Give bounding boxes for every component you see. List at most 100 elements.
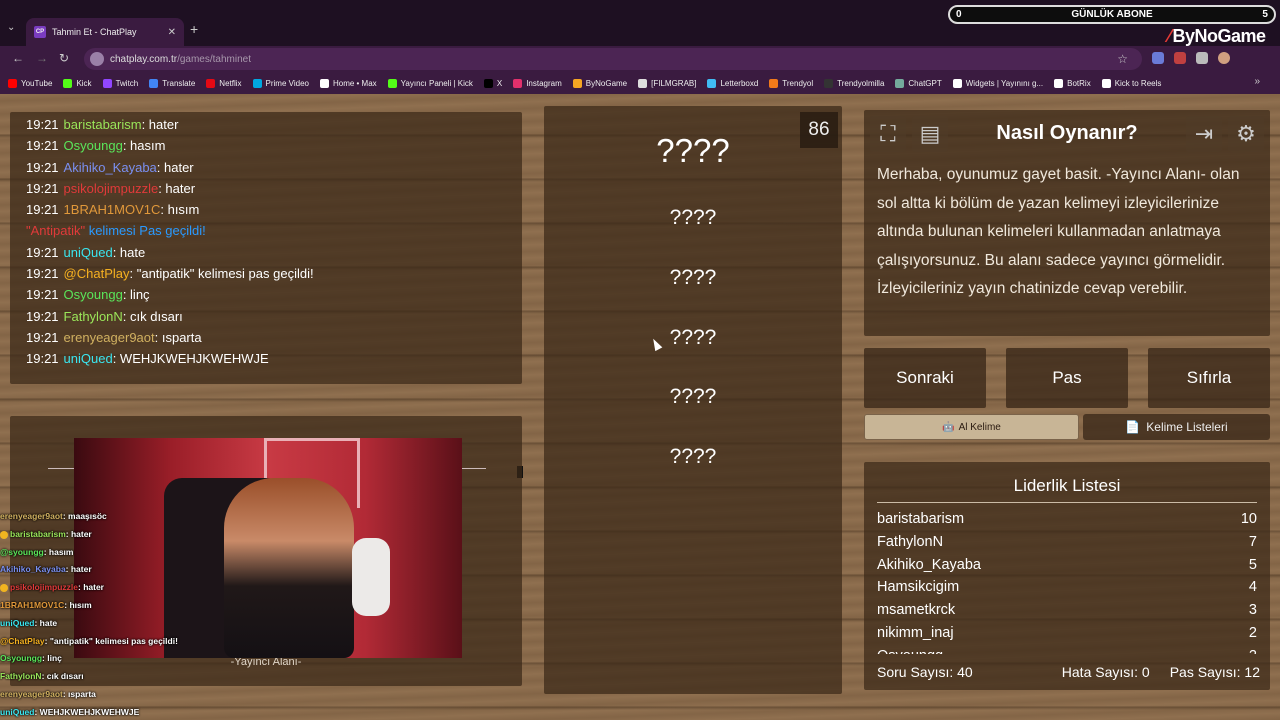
bookmark-item[interactable]: Kick to Reels	[1101, 78, 1162, 88]
sub-bar-right: 5	[1262, 9, 1268, 20]
leaderboard-list[interactable]: baristabarism 10 FathylonN 7 Akihiko_Kayaba 5…	[877, 508, 1257, 654]
leaderboard-score: 2	[1249, 645, 1257, 654]
extension-icons	[1152, 52, 1230, 64]
forward-arrow-icon[interactable]: →	[36, 51, 48, 65]
chat-username: uniQued	[63, 244, 113, 260]
chat-time: 19:21	[26, 117, 59, 132]
chat-message: 19:21 FathylonN: cık dısarı	[26, 306, 506, 327]
bookmark-item[interactable]: YouTube	[8, 78, 52, 88]
overlay-chat-text: : hater	[65, 528, 92, 539]
sub-bar-left: 0	[956, 9, 962, 20]
profile-avatar[interactable]	[1218, 52, 1230, 64]
bookmark-item[interactable]: Trendyolmilla	[824, 78, 885, 88]
bookmark-favicon-icon	[483, 78, 493, 88]
bookmark-item[interactable]: X	[483, 78, 503, 88]
extension-icon[interactable]	[1152, 52, 1164, 64]
leaderboard-score: 10	[1240, 511, 1257, 527]
reload-icon[interactable]: ↻	[59, 51, 69, 65]
more-bookmarks-icon[interactable]: »	[1254, 76, 1260, 87]
bookmark-item[interactable]: Kick	[63, 78, 92, 88]
chat-message: 19:21 uniQued: WEHJKWEHJKWEHWJE	[26, 348, 506, 369]
bookmark-item[interactable]: Twitch	[102, 78, 138, 88]
chat-message: 19:21 erenyeager9aot: ısparta	[26, 327, 506, 348]
reset-button[interactable]: Sıfırla	[1148, 348, 1270, 408]
chat-message: 19:21 uniQued: hate	[26, 242, 506, 263]
overlay-chat-text: : "antipatik" kelimesi pas geçildi!	[44, 635, 178, 646]
bookmark-favicon-icon	[895, 78, 905, 88]
leaderboard-row: FathylonN 7	[877, 531, 1257, 554]
leaderboard-row: msametkrck 3	[877, 599, 1257, 622]
stream-chat-overlay: erenyeager9aot: maaşısöc baristabarism: h…	[0, 508, 220, 720]
tab-word-lists[interactable]: 📄 Kelime Listeleri	[1083, 414, 1270, 440]
bookmark-item[interactable]: Home • Max	[319, 78, 377, 88]
exit-icon[interactable]: ⇥	[1186, 116, 1222, 152]
pass-button[interactable]: Pas	[1006, 348, 1128, 408]
overlay-chat-message: uniQued: WEHJKWEHJKWEHWJE	[0, 704, 220, 720]
chat-time: 19:21	[26, 202, 59, 218]
bookmark-label: Kick to Reels	[1114, 78, 1162, 88]
bookmark-star-icon[interactable]: ☆	[1117, 52, 1128, 66]
overlay-chat-message: FathylonN: cık dısarı	[0, 668, 220, 686]
overlay-chat-message: 1BRAH1MOV1C: hısım	[0, 597, 220, 615]
chat-username: "Antipatik"	[26, 223, 86, 239]
chat-time: 19:21	[26, 287, 59, 303]
overlay-chat-message: baristabarism: hater	[0, 526, 220, 544]
tab-ai-word-label: Al Kelime	[958, 421, 1001, 433]
overlay-chat-username: @ChatPlay	[0, 635, 45, 646]
bookmark-favicon-icon	[102, 78, 112, 88]
chat-time: 19:21	[26, 266, 59, 282]
tab-close-icon[interactable]: ✕	[168, 27, 176, 38]
tab-list-chevron-icon[interactable]: ⌄	[7, 22, 15, 33]
leaderboard-row: Hamsikcigim 4	[877, 576, 1257, 599]
overlay-chat-username: erenyeager9aot	[0, 688, 63, 699]
overlay-chat-message: Akihiko_Kayaba: hater	[0, 561, 220, 579]
bookmark-item[interactable]: Letterboxd	[707, 78, 758, 88]
bookmark-favicon-icon	[513, 78, 523, 88]
bookmark-item[interactable]: BotRix	[1054, 78, 1091, 88]
bookmark-item[interactable]: ChatGPT	[895, 78, 942, 88]
chat-message: 19:21 Akihiko_Kayaba: hater	[26, 157, 506, 178]
bookmark-item[interactable]: Trendyol	[769, 78, 813, 88]
overlay-chat-username: FathylonN	[0, 671, 42, 682]
chat-message: 19:21 psikolojimpuzzle: hater	[26, 178, 506, 199]
leaderboard-name: Akihiko_Kayaba	[877, 556, 981, 573]
bookmark-item[interactable]: Translate	[149, 78, 195, 88]
chat-message: 19:21 1BRAH1MOV1C: hısım	[26, 199, 506, 220]
overlay-chat-message: Osyoungg: linç	[0, 650, 220, 668]
bookmark-label: Home • Max	[332, 78, 377, 88]
bookmark-label: X	[496, 78, 503, 88]
bookmark-item[interactable]: Netflix	[206, 78, 242, 88]
new-tab-plus-icon[interactable]: +	[190, 21, 198, 37]
chat-text: kelimesi Pas geçildi!	[85, 223, 206, 239]
gear-icon[interactable]: ⚙	[1228, 116, 1264, 152]
browser-tab[interactable]: CP Tahmin Et - ChatPlay ✕	[26, 18, 184, 46]
forbidden-word: ????	[669, 206, 717, 229]
bookmark-item[interactable]: Instagram	[513, 78, 562, 88]
tab-ai-word[interactable]: 🤖 Al Kelime	[864, 414, 1079, 440]
bookmark-favicon-icon	[707, 78, 717, 88]
next-button[interactable]: Sonraki	[864, 348, 986, 408]
leaderboard-score: 4	[1248, 579, 1257, 596]
bookmark-favicon-icon	[638, 78, 648, 88]
question-count: Soru Sayısı: 40	[877, 664, 973, 680]
forbidden-word: ????	[669, 385, 717, 408]
address-bar[interactable]: chatplay.com.tr/games/tahminet ☆	[84, 48, 1142, 70]
chat-text: : WEHJKWEHJKWEHWJE	[112, 351, 269, 367]
overlay-chat-message: psikolojimpuzzle: hater	[0, 579, 220, 597]
bookmark-item[interactable]: Widgets | Yayınını g...	[952, 78, 1043, 88]
bookmark-label: Trendyolmilla	[837, 78, 885, 88]
overlay-chat-text: : hısım	[64, 599, 92, 610]
bookmark-item[interactable]: [FILMGRAB]	[638, 78, 696, 88]
game-stats: Soru Sayısı: 40 Hata Sayısı: 0 Pas Sayıs…	[877, 664, 1260, 680]
bookmark-item[interactable]: Prime Video	[252, 78, 309, 88]
extensions-puzzle-icon[interactable]	[1196, 52, 1208, 64]
overlay-chat-text: : hate	[34, 617, 58, 628]
chat-username: Osyoungg	[63, 138, 123, 154]
bookmark-item[interactable]: ByNoGame	[572, 78, 627, 88]
bookmark-item[interactable]: Yayıncı Paneli | Kick	[387, 78, 473, 88]
site-info-icon[interactable]	[90, 52, 104, 66]
browser-nav-bar: ← → ↻ chatplay.com.tr/games/tahminet ☆	[0, 46, 1280, 72]
extension-icon[interactable]	[1174, 52, 1186, 64]
back-arrow-icon[interactable]: ←	[12, 51, 24, 65]
leaderboard-name: baristabarism	[877, 511, 965, 527]
